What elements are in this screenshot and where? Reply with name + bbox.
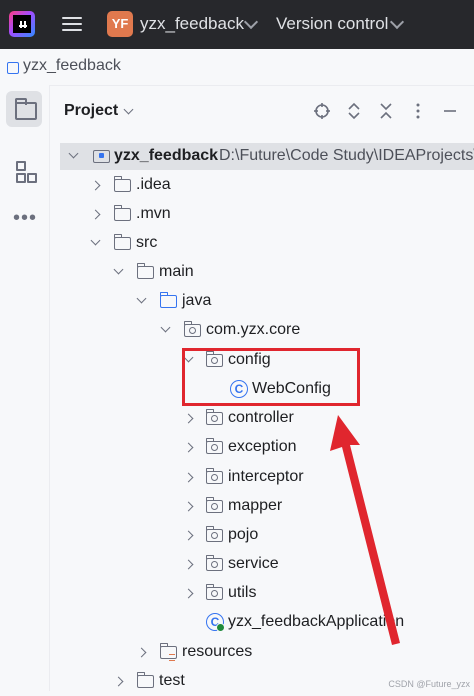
tree-item-main[interactable]: main <box>113 261 470 287</box>
tree-item-mapper[interactable]: mapper <box>183 495 470 521</box>
tree-item-label: utils <box>228 584 257 601</box>
chevron-down-icon[interactable] <box>90 235 101 246</box>
spring-app-class-icon: C <box>206 613 225 632</box>
tree-item-label: main <box>159 263 194 280</box>
tree-item-controller[interactable]: controller <box>183 407 470 433</box>
folder-icon <box>113 234 131 250</box>
watermark: CSDN @Future_yzx <box>388 679 470 689</box>
options-icon[interactable] <box>409 102 427 120</box>
tree-item-service[interactable]: service <box>183 553 470 579</box>
tool-window-strip: ••• <box>0 85 50 691</box>
resources-marker-icon <box>169 654 175 661</box>
tree-item-label: .mvn <box>136 205 171 222</box>
tree-item-mvn[interactable]: .mvn <box>90 203 470 229</box>
project-name[interactable]: yzx_feedback <box>140 14 244 34</box>
tree-item-label: src <box>136 234 158 251</box>
collapse-all-icon[interactable] <box>377 102 395 120</box>
hamburger-menu-icon[interactable] <box>61 13 83 35</box>
chevron-down-icon[interactable] <box>123 104 134 115</box>
package-icon <box>205 555 223 571</box>
package-icon <box>205 584 223 600</box>
tree-item-src[interactable]: src <box>90 232 470 258</box>
module-folder-icon <box>93 150 110 163</box>
annotation-arrow <box>330 415 400 645</box>
tree-item-label: controller <box>228 409 294 426</box>
app-logo-icon[interactable] <box>9 11 35 37</box>
tree-item-label: pojo <box>228 526 259 543</box>
tree-item-application[interactable]: C yzx_feedbackApplication <box>183 611 470 637</box>
tree-item-java[interactable]: java <box>136 290 470 316</box>
tree-item-package[interactable]: com.yzx.core <box>160 319 470 345</box>
chevron-down-icon[interactable] <box>389 14 405 30</box>
version-control-menu[interactable]: Version control <box>276 14 388 34</box>
chevron-down-icon[interactable] <box>136 293 147 304</box>
tree-item-label: resources <box>182 643 253 660</box>
package-icon <box>205 497 223 513</box>
folder-icon <box>136 672 154 688</box>
chevron-right-icon[interactable] <box>90 180 101 191</box>
chevron-right-icon[interactable] <box>183 413 194 424</box>
source-folder-icon <box>159 292 177 308</box>
tree-item-label: test <box>159 672 185 689</box>
tree-item-pojo[interactable]: pojo <box>183 524 470 550</box>
folder-icon <box>113 176 131 192</box>
package-icon <box>205 438 223 454</box>
folder-icon <box>113 205 131 221</box>
annotation-highlight-box <box>182 348 360 406</box>
chevron-down-icon[interactable] <box>160 322 171 333</box>
tree-item-label: interceptor <box>228 468 304 485</box>
tree-item-label: exception <box>228 438 297 455</box>
package-icon <box>205 526 223 542</box>
chevron-right-icon[interactable] <box>183 530 194 541</box>
tree-item-label: mapper <box>228 497 283 514</box>
expand-all-icon[interactable] <box>345 102 363 120</box>
chevron-right-icon[interactable] <box>183 588 194 599</box>
folder-icon <box>136 263 154 279</box>
tree-item-label: java <box>182 292 212 309</box>
panel-title[interactable]: Project <box>64 102 118 120</box>
more-dots-icon[interactable]: ••• <box>13 208 37 228</box>
package-icon <box>183 321 201 337</box>
tree-item-label: .idea <box>136 176 171 193</box>
tree-root-row[interactable]: yzx_feedback D:\Future\Code Study\IDEAPr… <box>60 145 474 171</box>
tree-item-label: service <box>228 555 279 572</box>
hide-icon[interactable] <box>441 102 459 120</box>
tree-item-label: com.yzx.core <box>206 321 301 338</box>
structure-tool-button[interactable] <box>6 153 42 189</box>
chevron-right-icon[interactable] <box>183 472 194 483</box>
folder-icon <box>15 98 37 120</box>
breadcrumb-item[interactable]: yzx_feedback <box>23 57 121 75</box>
tree-item-exception[interactable]: exception <box>183 436 470 462</box>
package-icon <box>205 409 223 425</box>
chevron-right-icon[interactable] <box>136 647 147 658</box>
package-icon <box>205 468 223 484</box>
chevron-right-icon[interactable] <box>183 442 194 453</box>
title-bar: YF yzx_feedback Version control <box>0 0 474 49</box>
tree-item-interceptor[interactable]: interceptor <box>183 466 470 492</box>
chevron-right-icon[interactable] <box>113 676 124 687</box>
chevron-right-icon[interactable] <box>183 559 194 570</box>
chevron-right-icon[interactable] <box>183 501 194 512</box>
tree-item-idea[interactable]: .idea <box>90 174 470 200</box>
project-badge[interactable]: YF <box>107 11 133 37</box>
chevron-right-icon[interactable] <box>90 209 101 220</box>
module-icon <box>7 62 19 74</box>
chevron-down-icon[interactable] <box>113 264 124 275</box>
chevron-down-icon[interactable] <box>243 14 259 30</box>
tree-root-name: yzx_feedback <box>114 147 219 164</box>
locate-icon[interactable] <box>313 102 331 120</box>
tree-item-utils[interactable]: utils <box>183 582 470 608</box>
tree-root-path: D:\Future\Code Study\IDEAProjects\ <box>219 147 474 164</box>
project-tool-button[interactable] <box>6 91 42 127</box>
chevron-down-icon[interactable] <box>68 148 79 159</box>
tree-item-resources[interactable]: resources <box>136 641 470 667</box>
structure-icon <box>16 161 26 171</box>
